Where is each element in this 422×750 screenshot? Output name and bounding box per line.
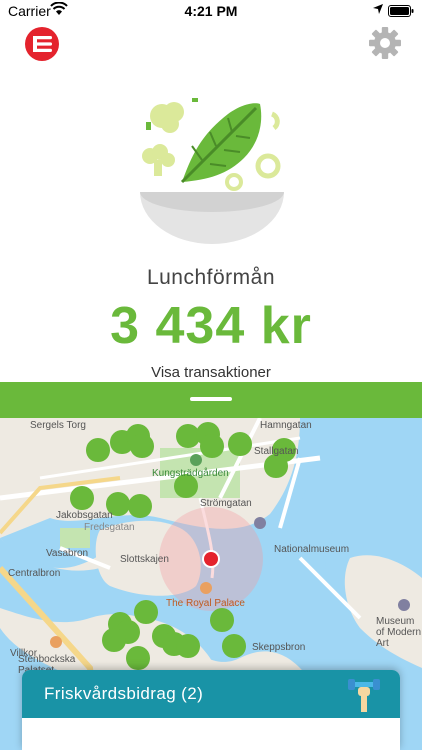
benefit-title: Lunchförmån [146, 266, 276, 289]
card-title: Friskvårdsbidrag (2) [44, 684, 204, 703]
edenred-logo[interactable] [24, 26, 60, 67]
status-bar: Carrier 4:21 PM [0, 0, 422, 22]
drag-handle[interactable] [190, 397, 232, 401]
map-label: Museum of Modern Art [376, 616, 422, 649]
map-label: Skeppsbron [252, 642, 306, 653]
map-label: Vasabron [46, 548, 89, 559]
map-label: Sergels Torg [30, 420, 86, 431]
map-label: Fredsgatan [84, 522, 135, 533]
balance-amount: 3 434 kr [110, 297, 312, 355]
gear-icon[interactable] [368, 26, 402, 65]
map-label: Hamngatan [260, 420, 312, 431]
view-transactions-link[interactable]: Visa transaktioner [0, 364, 422, 381]
map-label: Nationalmuseum [274, 544, 350, 555]
battery-icon [388, 4, 414, 20]
map-label: The Royal Palace [166, 598, 245, 609]
wellness-card[interactable]: Friskvårdsbidrag (2) [22, 670, 400, 750]
map-label: Slottskajen [120, 554, 169, 565]
card-header[interactable]: Friskvårdsbidrag (2) [22, 670, 400, 718]
map-label: Strömgatan [200, 498, 252, 509]
map-label: Jakobsgatan [56, 510, 113, 521]
clock: 4:21 PM [184, 3, 238, 19]
location-arrow-icon [372, 2, 384, 18]
dumbbell-hand-icon [346, 676, 382, 717]
map-label: Centralbron [8, 568, 61, 579]
map-label: Kungsträdgården [152, 468, 229, 479]
map-label: Stallgatan [254, 446, 299, 457]
salad-bowl-icon [132, 94, 292, 251]
